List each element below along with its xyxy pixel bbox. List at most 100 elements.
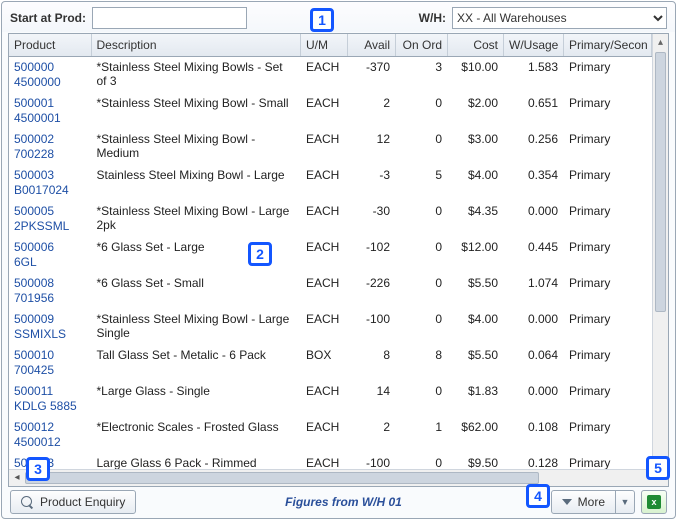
figures-from-label: Figures from W/H 01 <box>142 495 544 509</box>
more-dropdown-button[interactable]: ▼ <box>615 490 635 514</box>
cell-onord: 0 <box>396 93 448 129</box>
scroll-down-icon[interactable]: ▾ <box>653 453 668 469</box>
cell-product[interactable]: 5000052PKSSML <box>9 201 91 237</box>
vertical-scrollbar[interactable]: ▴ ▾ <box>652 34 668 469</box>
cell-primsec: Primary <box>564 57 652 94</box>
table-row[interactable]: 500008701956*6 Glass Set - SmallEACH-226… <box>9 273 668 309</box>
cell-description: *Stainless Steel Mixing Bowl - Large Sin… <box>91 309 301 345</box>
cell-um: EACH <box>301 273 348 309</box>
cell-cost: $4.00 <box>448 165 504 201</box>
cell-onord: 8 <box>396 345 448 381</box>
cell-product[interactable]: 500010700425 <box>9 345 91 381</box>
table-row[interactable]: 500009SSMIXLS*Stainless Steel Mixing Bow… <box>9 309 668 345</box>
table-row[interactable]: 500013HTELG6RLarge Glass 6 Pack - Rimmed… <box>9 453 668 469</box>
cell-product[interactable]: 500011KDLG 5885 <box>9 381 91 417</box>
col-um[interactable]: U/M <box>301 34 348 57</box>
col-cost[interactable]: Cost <box>448 34 504 57</box>
table-row[interactable]: 5000052PKSSML*Stainless Steel Mixing Bow… <box>9 201 668 237</box>
cell-description: *Large Glass - Single <box>91 381 301 417</box>
cell-primsec: Primary <box>564 345 652 381</box>
export-excel-button[interactable]: x <box>641 490 667 514</box>
col-primsec[interactable]: Primary/Secon <box>564 34 652 57</box>
table-row[interactable]: 500011KDLG 5885*Large Glass - SingleEACH… <box>9 381 668 417</box>
cell-um: EACH <box>301 129 348 165</box>
col-onord[interactable]: On Ord <box>396 34 448 57</box>
table-row[interactable]: 5000014500001*Stainless Steel Mixing Bow… <box>9 93 668 129</box>
cell-um: EACH <box>301 237 348 273</box>
cell-description: *6 Glass Set - Large <box>91 237 301 273</box>
cell-cost: $5.50 <box>448 273 504 309</box>
cell-onord: 0 <box>396 237 448 273</box>
cell-um: EACH <box>301 309 348 345</box>
hscroll-thumb[interactable] <box>25 472 539 484</box>
product-panel: Start at Prod: W/H: XX - All Warehouses … <box>1 1 676 519</box>
cell-um: BOX <box>301 345 348 381</box>
cell-wusage: 0.000 <box>504 201 564 237</box>
cell-primsec: Primary <box>564 309 652 345</box>
scroll-up-icon[interactable]: ▴ <box>653 34 668 50</box>
cell-cost: $3.00 <box>448 129 504 165</box>
cell-product[interactable]: 5000014500001 <box>9 93 91 129</box>
cell-um: EACH <box>301 57 348 94</box>
table-row[interactable]: 500003B0017024Stainless Steel Mixing Bow… <box>9 165 668 201</box>
col-product[interactable]: Product <box>9 34 91 57</box>
triangle-down-icon <box>562 499 572 505</box>
table-row[interactable]: 5000124500012*Electronic Scales - Froste… <box>9 417 668 453</box>
cell-onord: 0 <box>396 129 448 165</box>
product-grid: Product Description U/M Avail On Ord Cos… <box>8 33 669 487</box>
cell-description: *Electronic Scales - Frosted Glass <box>91 417 301 453</box>
start-at-prod-label: Start at Prod: <box>10 11 86 25</box>
cell-product[interactable]: 500013HTELG6R <box>9 453 91 469</box>
cell-cost: $12.00 <box>448 237 504 273</box>
cell-avail: -30 <box>348 201 396 237</box>
col-wusage[interactable]: W/Usage <box>504 34 564 57</box>
cell-product[interactable]: 5000004500000 <box>9 57 91 94</box>
grid-header: Product Description U/M Avail On Ord Cos… <box>9 34 668 57</box>
scroll-left-icon[interactable]: ◂ <box>9 470 25 486</box>
cell-wusage: 1.074 <box>504 273 564 309</box>
table-row[interactable]: 500002700228*Stainless Steel Mixing Bowl… <box>9 129 668 165</box>
cell-product[interactable]: 5000124500012 <box>9 417 91 453</box>
cell-onord: 0 <box>396 201 448 237</box>
cell-primsec: Primary <box>564 93 652 129</box>
cell-onord: 0 <box>396 273 448 309</box>
cell-onord: 0 <box>396 381 448 417</box>
excel-icon: x <box>647 495 661 509</box>
cell-cost: $9.50 <box>448 453 504 469</box>
chevron-down-icon: ▼ <box>621 497 630 507</box>
cell-um: EACH <box>301 93 348 129</box>
cell-product[interactable]: 500009SSMIXLS <box>9 309 91 345</box>
cell-description: Large Glass 6 Pack - Rimmed <box>91 453 301 469</box>
table-row[interactable]: 5000004500000*Stainless Steel Mixing Bow… <box>9 57 668 94</box>
footer-bar: Product Enquiry Figures from W/H 01 More… <box>2 487 675 518</box>
scroll-right-icon[interactable]: ▸ <box>652 470 668 486</box>
cell-product[interactable]: 5000066GL <box>9 237 91 273</box>
cell-avail: -102 <box>348 237 396 273</box>
warehouse-select[interactable]: XX - All Warehouses <box>452 7 667 29</box>
col-avail[interactable]: Avail <box>348 34 396 57</box>
cell-wusage: 0.651 <box>504 93 564 129</box>
product-enquiry-button[interactable]: Product Enquiry <box>10 490 136 514</box>
cell-wusage: 1.583 <box>504 57 564 94</box>
cell-primsec: Primary <box>564 417 652 453</box>
cell-primsec: Primary <box>564 237 652 273</box>
cell-product[interactable]: 500002700228 <box>9 129 91 165</box>
product-enquiry-label: Product Enquiry <box>40 495 125 509</box>
cell-description: *6 Glass Set - Small <box>91 273 301 309</box>
cell-product[interactable]: 500003B0017024 <box>9 165 91 201</box>
cell-um: EACH <box>301 165 348 201</box>
start-at-prod-input[interactable] <box>92 7 247 29</box>
cell-primsec: Primary <box>564 381 652 417</box>
magnifier-icon <box>21 496 34 509</box>
cell-primsec: Primary <box>564 129 652 165</box>
table-row[interactable]: 5000066GL*6 Glass Set - LargeEACH-1020$1… <box>9 237 668 273</box>
cell-description: Tall Glass Set - Metalic - 6 Pack <box>91 345 301 381</box>
vscroll-thumb[interactable] <box>655 52 666 312</box>
table-row[interactable]: 500010700425Tall Glass Set - Metalic - 6… <box>9 345 668 381</box>
cell-product[interactable]: 500008701956 <box>9 273 91 309</box>
col-description[interactable]: Description <box>91 34 301 57</box>
cell-avail: 14 <box>348 381 396 417</box>
horizontal-scrollbar[interactable]: ◂ ▸ <box>9 469 668 486</box>
more-button[interactable]: More <box>551 490 616 514</box>
cell-description: Stainless Steel Mixing Bowl - Large <box>91 165 301 201</box>
